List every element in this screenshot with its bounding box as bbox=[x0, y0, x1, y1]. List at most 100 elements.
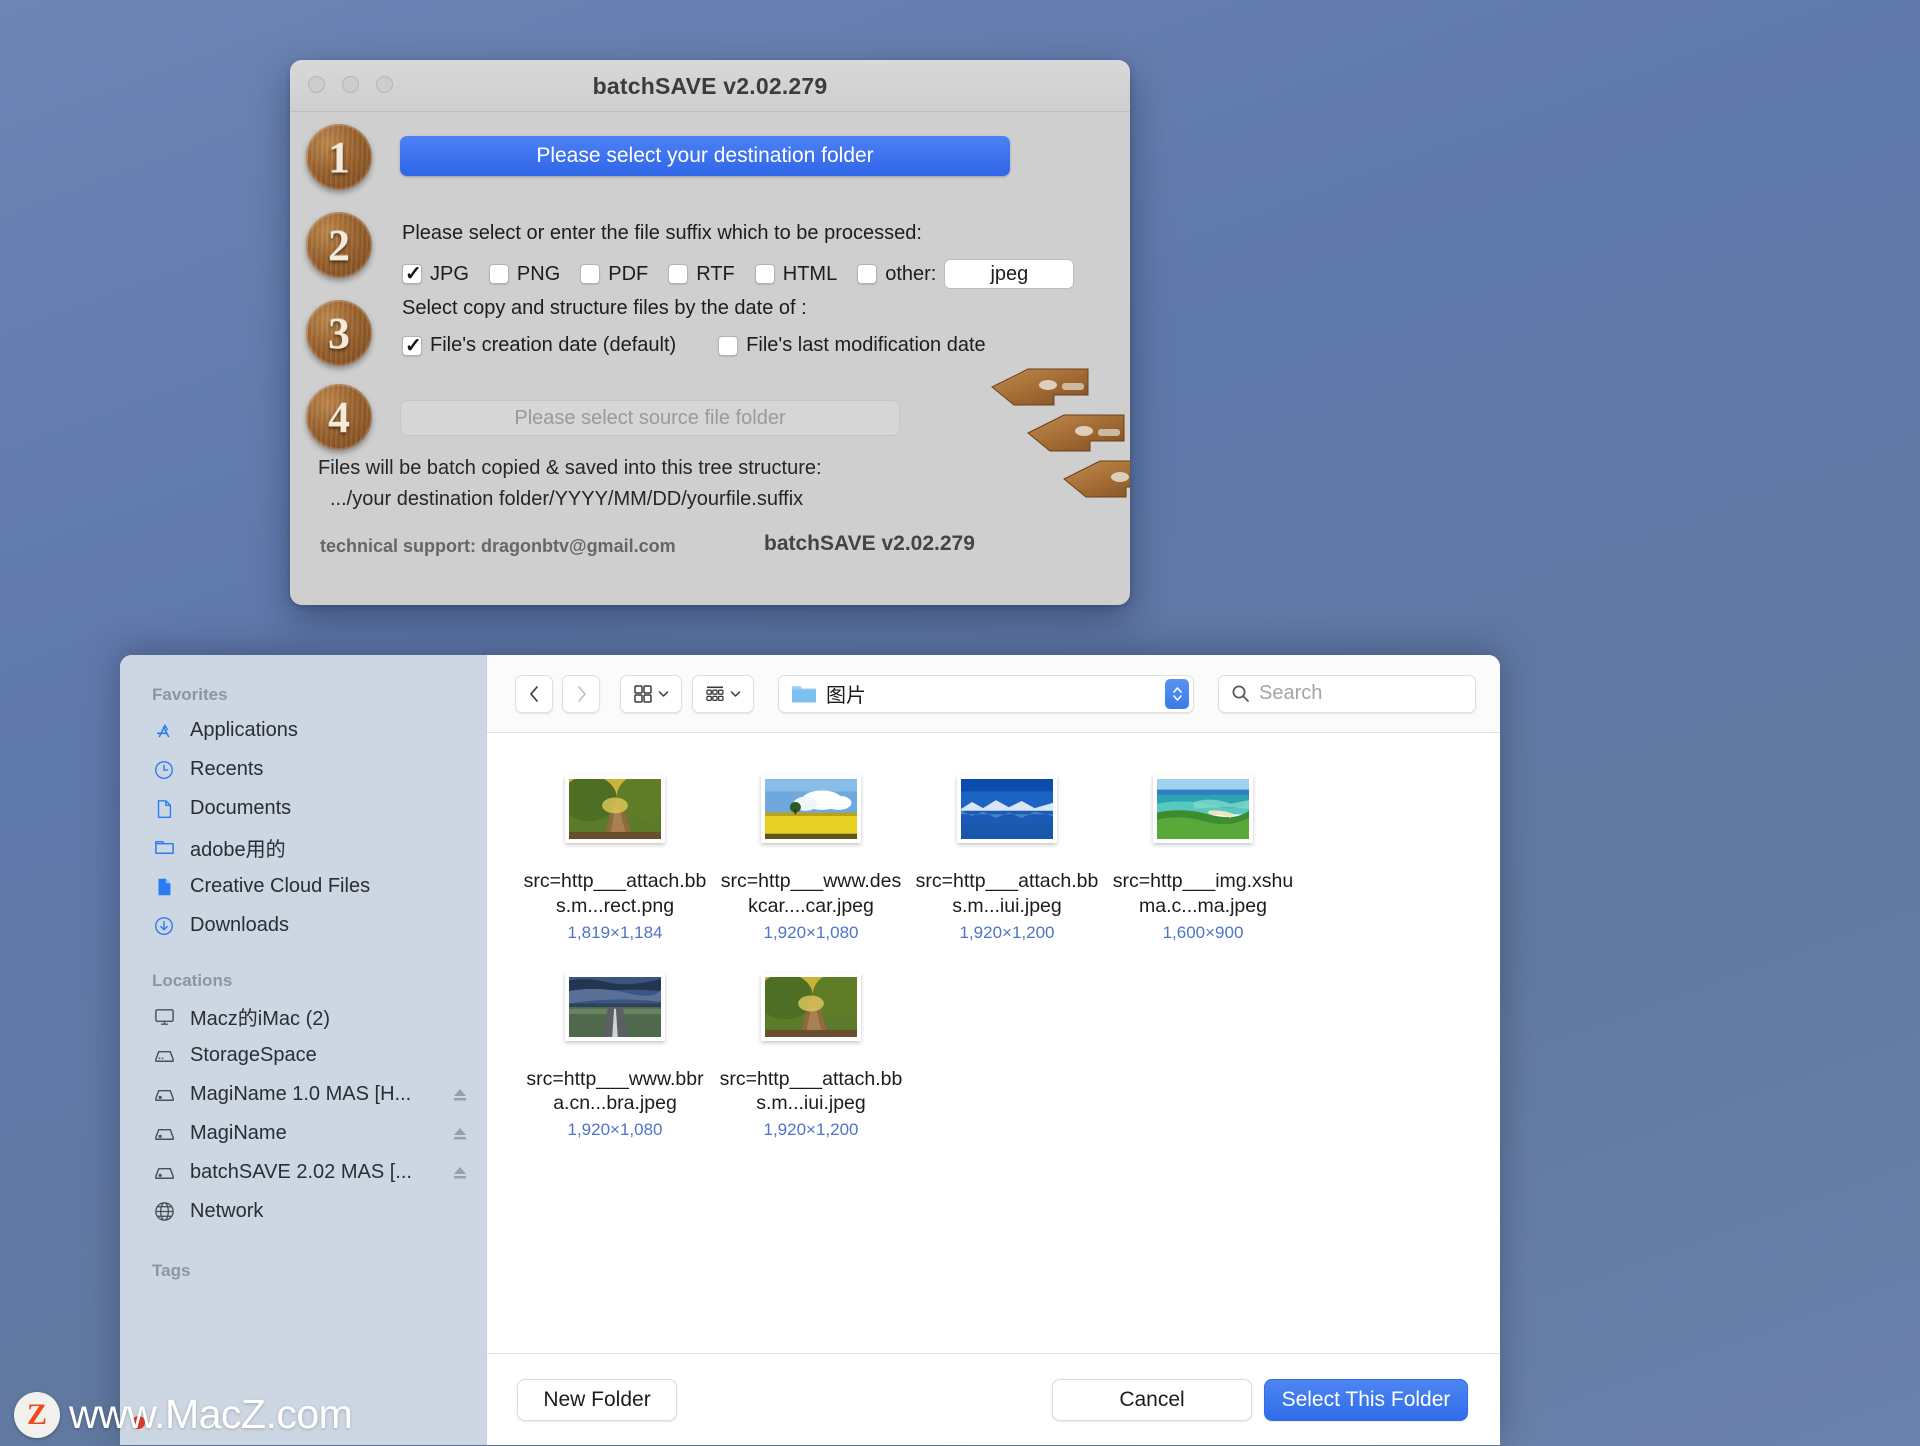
sidebar-header-favorites: Favorites bbox=[152, 685, 228, 704]
file-grid: src=http___attach.bbs.m...rect.png 1,819… bbox=[487, 733, 1500, 1353]
select-source-folder-button[interactable]: Please select source file folder bbox=[400, 400, 900, 436]
sidebar-label: adobe用的 bbox=[190, 839, 286, 861]
folder-icon bbox=[792, 685, 816, 702]
sidebar-label: batchSAVE 2.02 MAS [... bbox=[190, 1161, 412, 1183]
globe-icon bbox=[152, 1200, 176, 1224]
select-destination-folder-button[interactable]: Please select your destination folder bbox=[400, 136, 1010, 176]
step-1-badge: 1 bbox=[306, 124, 372, 190]
sidebar-label: Macz的iMac (2) bbox=[190, 1008, 331, 1030]
file-name: src=http___img.xshuma.c...ma.jpeg bbox=[1112, 870, 1294, 917]
step-3-badge: 3 bbox=[306, 300, 372, 366]
suffix-instruction-label: Please select or enter the file suffix w… bbox=[402, 222, 922, 244]
date-instruction-label: Select copy and structure files by the d… bbox=[402, 297, 807, 319]
checkbox-jpg[interactable] bbox=[402, 261, 422, 286]
path-stepper[interactable] bbox=[1165, 678, 1189, 709]
select-this-folder-button[interactable]: Select This Folder bbox=[1264, 1378, 1468, 1421]
tropical-coast-thumb bbox=[1157, 779, 1249, 839]
document-icon bbox=[152, 797, 176, 821]
chevron-left-icon bbox=[529, 685, 538, 702]
checkbox-png-label: PNG bbox=[516, 262, 561, 285]
date-checkbox-row: File's creation date (default) File's la… bbox=[402, 333, 1006, 358]
step-4-badge: 4 bbox=[306, 384, 372, 450]
path-dropdown[interactable]: 图片 bbox=[778, 674, 1194, 713]
file-name: src=http___attach.bbs.m...rect.png bbox=[523, 870, 707, 917]
checkbox-modification-date[interactable] bbox=[718, 335, 739, 356]
file-item[interactable]: src=http___attach.bbs.m...iui.jpeg 1,920… bbox=[909, 775, 1105, 943]
autumn-road-thumb bbox=[559, 766, 673, 839]
eject-icon[interactable] bbox=[452, 1088, 468, 1102]
storm-road-thumb bbox=[569, 976, 661, 1037]
chevron-right-icon bbox=[577, 685, 586, 702]
batchsave-window: batchSAVE v2.02.279 1 2 3 4 Please selec… bbox=[290, 60, 1130, 605]
file-item[interactable]: src=http___www.deskcar....car.jpeg 1,920… bbox=[713, 775, 909, 943]
checkbox-rtf[interactable] bbox=[668, 264, 689, 284]
macz-logo-icon: Z bbox=[14, 1391, 60, 1438]
checkbox-modification-date-label: File's last modification date bbox=[746, 334, 986, 356]
download-icon bbox=[152, 914, 176, 938]
search-icon bbox=[1232, 685, 1249, 702]
watermark: Z www.MacZ.com bbox=[14, 1391, 353, 1438]
sidebar-item-network[interactable]: Network bbox=[120, 1192, 486, 1231]
chevron-down-icon bbox=[658, 690, 668, 697]
sidebar-item-downloads[interactable]: Downloads bbox=[120, 906, 486, 945]
checkbox-other[interactable] bbox=[857, 264, 878, 284]
sidebar-item-creative-cloud-files[interactable]: Creative Cloud Files bbox=[120, 867, 486, 906]
file-name: src=http___attach.bbs.m...iui.jpeg bbox=[719, 1067, 903, 1115]
file-name: src=http___attach.bbs.m...iui.jpeg bbox=[915, 870, 1099, 917]
canola-field-thumb bbox=[765, 779, 857, 839]
other-suffix-input[interactable] bbox=[944, 259, 1075, 289]
eject-icon[interactable] bbox=[452, 1166, 468, 1180]
sidebar-label: Documents bbox=[190, 797, 292, 819]
new-folder-button[interactable]: New Folder bbox=[517, 1378, 677, 1421]
sidebar-header-locations: Locations bbox=[152, 971, 233, 990]
group-by-button[interactable] bbox=[692, 674, 754, 713]
chevron-up-down-icon bbox=[1172, 686, 1182, 701]
file-item[interactable]: src=http___attach.bbs.m...rect.png 1,819… bbox=[517, 766, 713, 943]
technical-support-text: technical support: dragonbtv@gmail.com bbox=[320, 536, 676, 556]
eject-icon[interactable] bbox=[452, 1127, 468, 1141]
file-thumbnail bbox=[755, 964, 869, 1041]
drive-icon bbox=[152, 1122, 176, 1146]
checkbox-jpg-label: JPG bbox=[430, 262, 469, 285]
back-button[interactable] bbox=[515, 674, 553, 713]
checkbox-creation-date[interactable] bbox=[402, 333, 422, 358]
file-thumbnail bbox=[761, 775, 861, 843]
sidebar-item-imac[interactable]: Macz的iMac (2) bbox=[120, 997, 486, 1036]
sidebar-item-adobe-folder[interactable]: adobe用的 bbox=[120, 828, 486, 867]
sidebar-item-maginame-1-0-mas[interactable]: MagiName 1.0 MAS [H... bbox=[120, 1075, 486, 1114]
sidebar-item-applications[interactable]: Applications bbox=[120, 711, 486, 750]
sidebar-label: MagiName 1.0 MAS [H... bbox=[190, 1083, 412, 1105]
document-filled-icon bbox=[152, 875, 176, 899]
batchsave-body: 1 2 3 4 Please select your destination f… bbox=[290, 112, 1130, 605]
folder-icon bbox=[152, 836, 176, 860]
cancel-button[interactable]: Cancel bbox=[1052, 1378, 1252, 1421]
search-field[interactable]: Search bbox=[1218, 674, 1476, 713]
tree-structure-line-2: .../your destination folder/YYYY/MM/DD/y… bbox=[330, 488, 804, 510]
batchsave-logo bbox=[991, 368, 1130, 498]
file-dimensions: 1,600×900 bbox=[1162, 922, 1244, 942]
checkbox-png[interactable] bbox=[488, 264, 509, 284]
view-mode-button[interactable] bbox=[620, 674, 682, 713]
finder-open-panel: Favorites Applications Recents Documents… bbox=[120, 655, 1500, 1445]
checkbox-pdf[interactable] bbox=[580, 264, 601, 284]
sidebar-item-documents[interactable]: Documents bbox=[120, 789, 486, 828]
file-dimensions: 1,920×1,200 bbox=[959, 922, 1055, 942]
sidebar-item-recents[interactable]: Recents bbox=[120, 750, 486, 789]
file-name: src=http___www.deskcar....car.jpeg bbox=[720, 870, 902, 917]
file-dimensions: 1,920×1,200 bbox=[763, 1120, 859, 1139]
file-item[interactable]: src=http___attach.bbs.m...iui.jpeg 1,920… bbox=[713, 964, 909, 1141]
checkbox-html-label: HTML bbox=[782, 262, 838, 285]
file-dimensions: 1,920×1,080 bbox=[567, 1120, 663, 1139]
sidebar-label: Downloads bbox=[190, 914, 289, 936]
other-label: other: bbox=[885, 262, 937, 285]
sidebar-item-maginame[interactable]: MagiName bbox=[120, 1114, 486, 1153]
checkbox-html[interactable] bbox=[754, 264, 775, 284]
sidebar-item-batchsave-2-02-mas[interactable]: batchSAVE 2.02 MAS [... bbox=[120, 1153, 486, 1192]
file-item[interactable]: src=http___img.xshuma.c...ma.jpeg 1,600×… bbox=[1105, 775, 1301, 943]
drive-icon bbox=[152, 1161, 176, 1185]
file-thumbnail bbox=[565, 972, 665, 1041]
sidebar-item-storagespace[interactable]: StorageSpace bbox=[120, 1036, 486, 1075]
sidebar-label: Applications bbox=[190, 719, 298, 741]
forward-button[interactable] bbox=[562, 674, 600, 713]
file-item[interactable]: src=http___www.bbra.cn...bra.jpeg 1,920×… bbox=[517, 972, 713, 1141]
